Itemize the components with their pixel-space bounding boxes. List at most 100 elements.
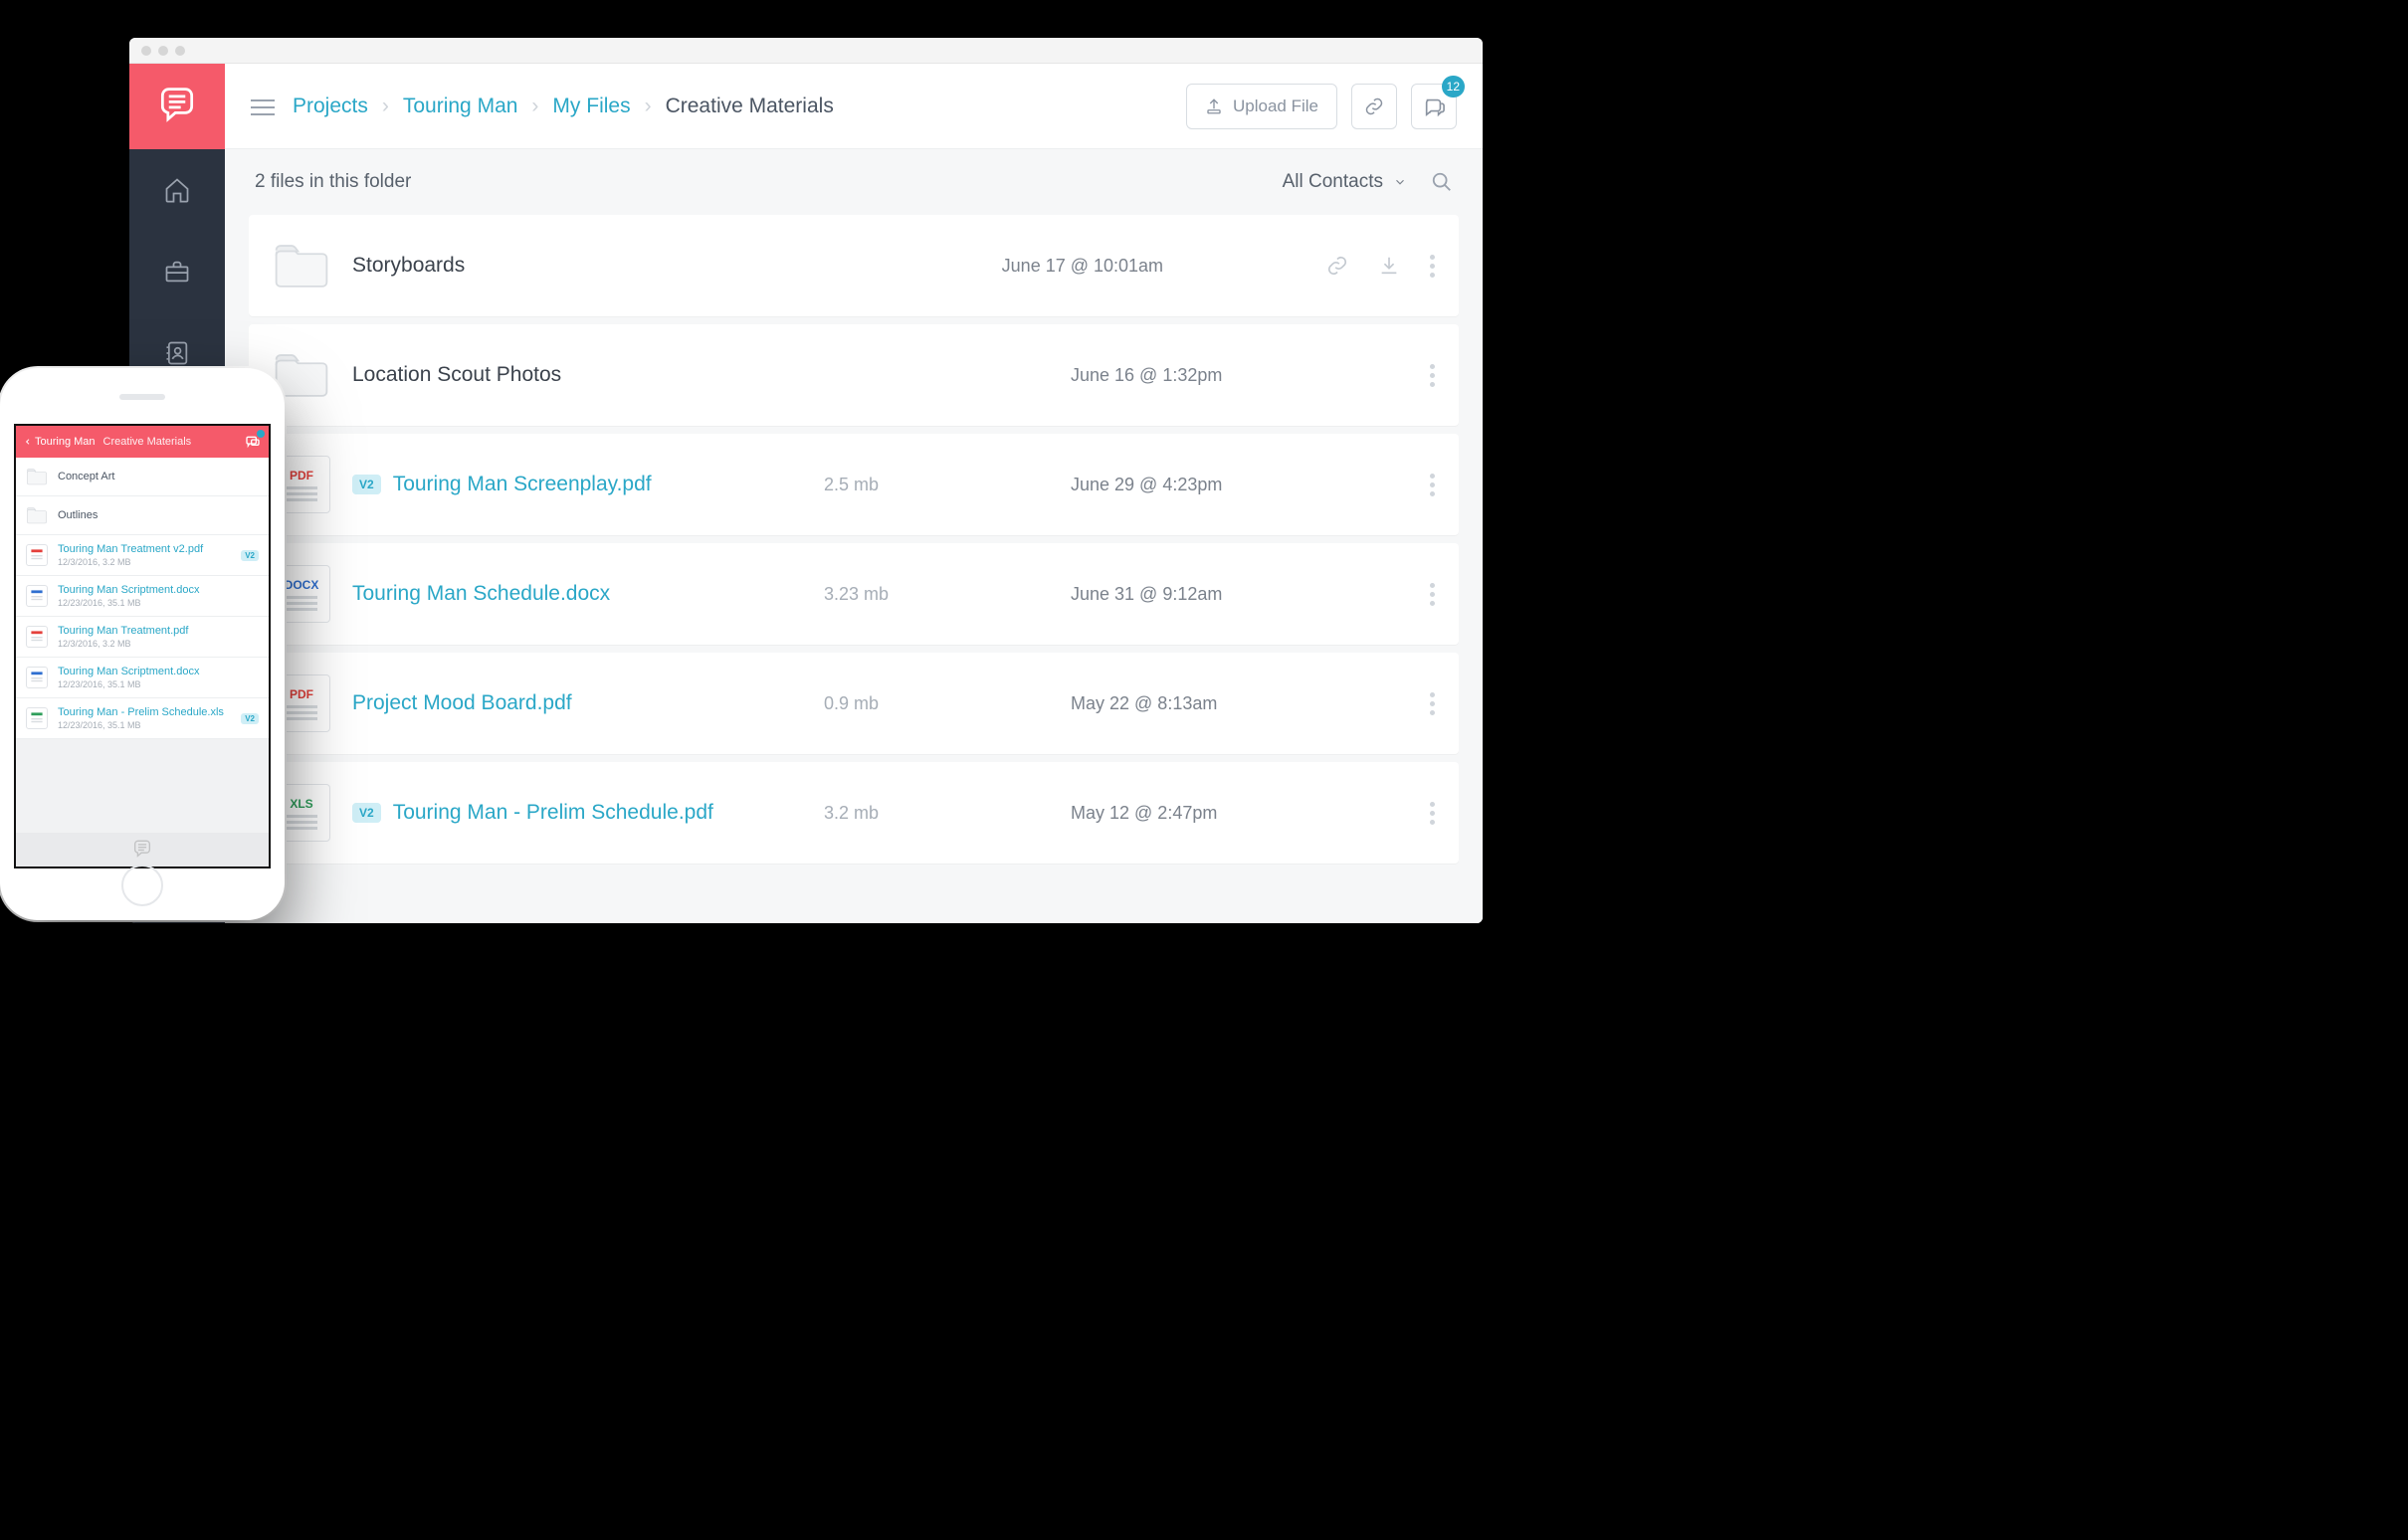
file-thumb <box>26 707 48 729</box>
phone-file-info: Touring Man - Prelim Schedule.xls 12/23/… <box>58 706 231 730</box>
phone-file-info: Outlines <box>58 509 259 521</box>
file-type-icon <box>30 711 44 725</box>
phone-file-info: Concept Art <box>58 471 259 482</box>
file-name[interactable]: Touring Man Schedule.docx <box>352 582 610 606</box>
nav-briefcase[interactable] <box>129 231 225 312</box>
upload-button[interactable]: Upload File <box>1186 84 1337 129</box>
row-actions <box>1430 692 1435 715</box>
main-content: Projects › Touring Man › My Files › Crea… <box>225 64 1483 923</box>
chevron-right-icon: › <box>382 95 389 118</box>
file-row[interactable]: Storyboards June 17 @ 10:01am <box>249 215 1459 316</box>
traffic-light-max[interactable] <box>175 46 185 56</box>
chat-badge: 12 <box>1442 76 1465 97</box>
phone-back-button[interactable]: Touring Man <box>24 436 96 448</box>
topbar-actions: Upload File 12 <box>1186 84 1457 129</box>
file-name[interactable]: Touring Man Screenplay.pdf <box>393 473 652 496</box>
phone-file-list: Concept Art Outlines Touring Man Treatme… <box>16 458 269 833</box>
file-name[interactable]: Project Mood Board.pdf <box>352 691 572 715</box>
file-row[interactable]: PDF V2Touring Man Screenplay.pdf 2.5 mbJ… <box>249 434 1459 535</box>
nav-home[interactable] <box>129 149 225 231</box>
traffic-light-min[interactable] <box>158 46 168 56</box>
phone-file-row[interactable]: Touring Man Scriptment.docx 12/23/2016, … <box>16 576 269 617</box>
phone-chat-button[interactable] <box>245 434 261 450</box>
file-size: 3.2 mb <box>824 803 1049 824</box>
app-window: Projects › Touring Man › My Files › Crea… <box>129 38 1483 923</box>
subbar: 2 files in this folder All Contacts <box>225 149 1483 215</box>
phone-file-row[interactable]: Touring Man Treatment.pdf 12/3/2016, 3.2… <box>16 617 269 658</box>
search-button[interactable] <box>1431 171 1453 193</box>
traffic-light-close[interactable] <box>141 46 151 56</box>
phone-file-row[interactable]: Concept Art <box>16 458 269 496</box>
phone-file-row[interactable]: Touring Man - Prelim Schedule.xls 12/23/… <box>16 698 269 739</box>
more-menu[interactable] <box>1430 583 1435 606</box>
file-date: May 22 @ 8:13am <box>1071 693 1408 714</box>
phone-file-info: Touring Man Treatment.pdf 12/3/2016, 3.2… <box>58 625 259 649</box>
file-type-label: PDF <box>290 469 313 482</box>
contacts-filter[interactable]: All Contacts <box>1283 171 1407 193</box>
file-name[interactable]: Touring Man - Prelim Schedule.pdf <box>393 801 713 825</box>
phone-file-name[interactable]: Touring Man Treatment.pdf <box>58 625 259 637</box>
menu-toggle[interactable] <box>251 95 275 118</box>
phone-file-name[interactable]: Touring Man Scriptment.docx <box>58 666 259 677</box>
file-name: Location Scout Photos <box>352 363 561 387</box>
phone-file-meta: 12/23/2016, 35.1 MB <box>58 598 259 608</box>
chevron-right-icon: › <box>531 95 538 118</box>
phone-title: Creative Materials <box>103 436 192 448</box>
crumb-touring-man[interactable]: Touring Man <box>403 95 518 118</box>
file-size: 3.23 mb <box>824 584 1049 605</box>
folder-icon <box>26 466 48 487</box>
folder-thumb <box>273 237 330 294</box>
download-icon[interactable] <box>1378 255 1400 277</box>
contacts-filter-label: All Contacts <box>1283 171 1383 193</box>
file-date: May 12 @ 2:47pm <box>1071 803 1408 824</box>
more-menu[interactable] <box>1430 692 1435 715</box>
search-icon <box>1431 171 1453 193</box>
chevron-right-icon: › <box>645 95 652 118</box>
phone-file-info: Touring Man Scriptment.docx 12/23/2016, … <box>58 666 259 689</box>
version-badge: V2 <box>241 550 259 561</box>
breadcrumb: Projects › Touring Man › My Files › Crea… <box>293 95 1168 118</box>
file-name-wrap: V2Touring Man Screenplay.pdf <box>352 473 802 496</box>
phone-file-name[interactable]: Touring Man Scriptment.docx <box>58 584 259 596</box>
version-badge: V2 <box>241 713 259 724</box>
phone-file-name: Concept Art <box>58 471 259 482</box>
chat-button[interactable]: 12 <box>1411 84 1457 129</box>
more-menu[interactable] <box>1430 364 1435 387</box>
more-menu[interactable] <box>1430 474 1435 496</box>
file-row[interactable]: PDF Project Mood Board.pdf 0.9 mbMay 22 … <box>249 653 1459 754</box>
file-type-icon <box>30 548 44 562</box>
file-row[interactable]: DOCX Touring Man Schedule.docx 3.23 mbJu… <box>249 543 1459 645</box>
phone-file-row[interactable]: Touring Man Treatment v2.pdf 12/3/2016, … <box>16 535 269 576</box>
brand-logo[interactable] <box>129 64 225 149</box>
phone-file-info: Touring Man Treatment v2.pdf 12/3/2016, … <box>58 543 231 567</box>
file-thumb <box>26 585 48 607</box>
crumb-projects[interactable]: Projects <box>293 95 368 118</box>
more-menu[interactable] <box>1430 255 1435 278</box>
file-type-icon <box>30 589 44 603</box>
file-list: Storyboards June 17 @ 10:01am Location S… <box>225 215 1483 923</box>
file-name-wrap: Storyboards <box>352 254 756 278</box>
more-menu[interactable] <box>1430 802 1435 825</box>
crumb-current: Creative Materials <box>666 95 834 118</box>
phone-file-row[interactable]: Outlines <box>16 496 269 535</box>
chat-bubble-icon <box>131 839 153 861</box>
phone-file-meta: 12/3/2016, 3.2 MB <box>58 557 231 567</box>
phone-screen: Touring Man Creative Materials Concept A… <box>14 424 271 868</box>
row-actions <box>1430 474 1435 496</box>
file-type-label: XLS <box>290 797 312 811</box>
file-row[interactable]: Location Scout Photos June 16 @ 1:32pm <box>249 324 1459 426</box>
file-row[interactable]: XLS V2Touring Man - Prelim Schedule.pdf … <box>249 762 1459 864</box>
phone-file-meta: 12/23/2016, 35.1 MB <box>58 720 231 730</box>
phone-file-row[interactable]: Touring Man Scriptment.docx 12/23/2016, … <box>16 658 269 698</box>
chevron-down-icon <box>1393 175 1407 189</box>
chat-bubble-icon <box>155 85 199 128</box>
folder-icon <box>26 504 48 526</box>
phone-file-name[interactable]: Touring Man - Prelim Schedule.xls <box>58 706 231 718</box>
file-name-wrap: V2Touring Man - Prelim Schedule.pdf <box>352 801 802 825</box>
link-icon[interactable] <box>1326 255 1348 277</box>
crumb-my-files[interactable]: My Files <box>552 95 630 118</box>
share-link-button[interactable] <box>1351 84 1397 129</box>
chat-icon <box>1423 96 1445 117</box>
file-date: June 31 @ 9:12am <box>1071 584 1408 605</box>
phone-file-name[interactable]: Touring Man Treatment v2.pdf <box>58 543 231 555</box>
